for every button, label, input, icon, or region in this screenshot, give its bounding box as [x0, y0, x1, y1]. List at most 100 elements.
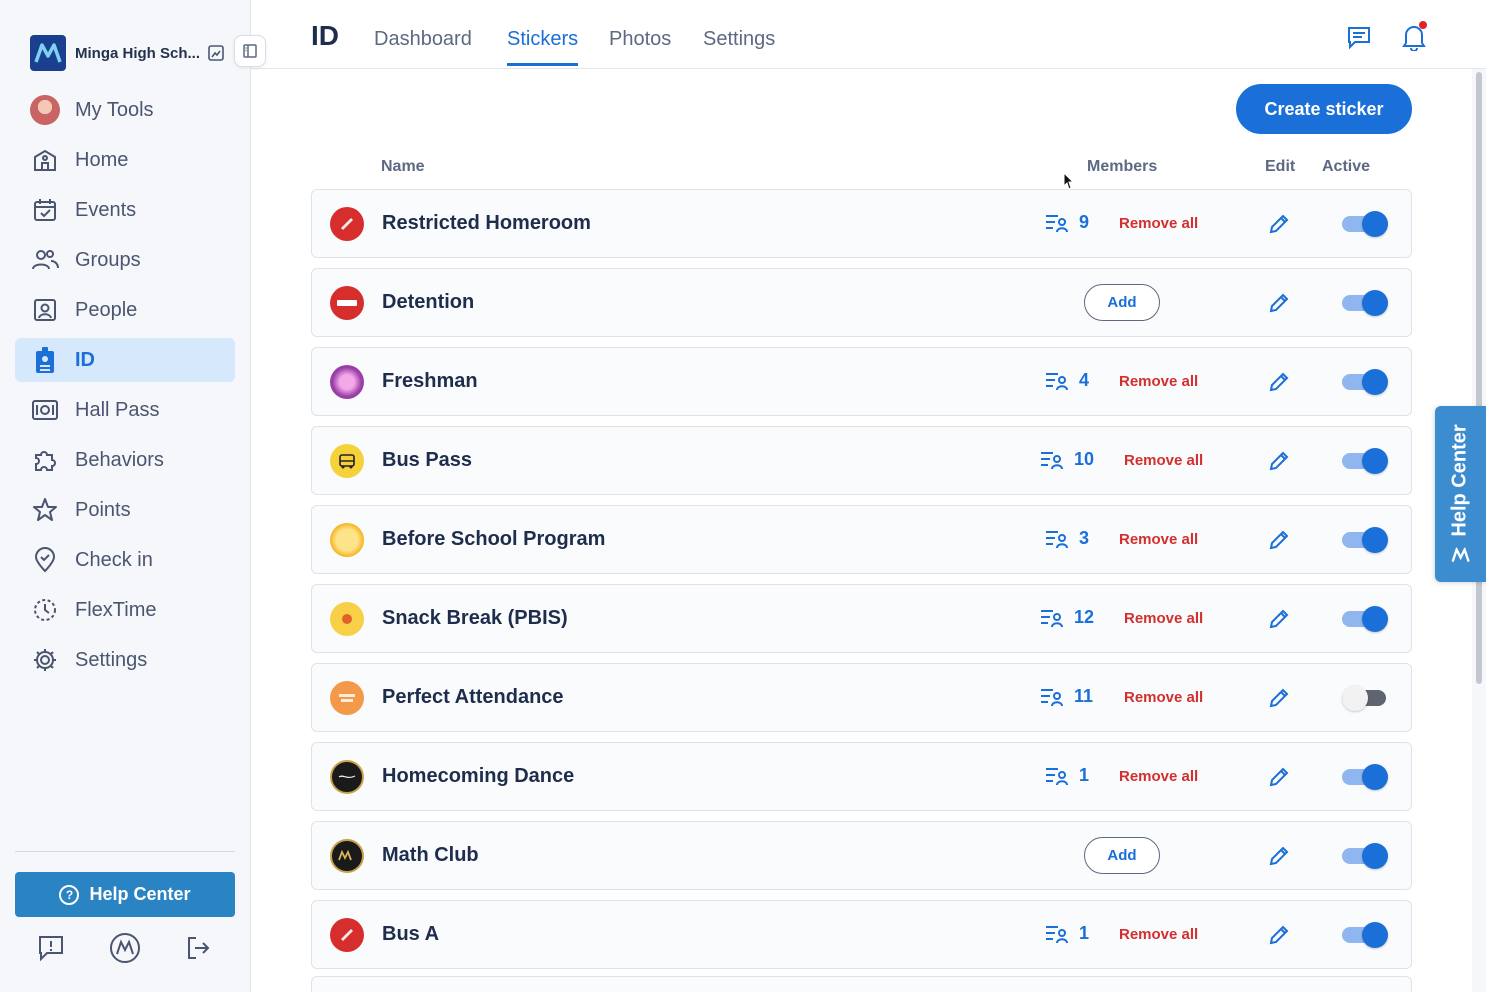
tab-photos[interactable]: Photos: [609, 28, 671, 63]
members-count[interactable]: 9: [1045, 212, 1089, 233]
edit-pencil-icon[interactable]: [1267, 765, 1291, 789]
edit-pencil-icon[interactable]: [1267, 449, 1291, 473]
table-row: Bus Pass 10 Remove all: [311, 426, 1412, 495]
active-toggle[interactable]: [1342, 289, 1388, 317]
logout-icon[interactable]: [182, 932, 214, 964]
scroll-thumb[interactable]: [1476, 72, 1482, 684]
remove-all-button[interactable]: Remove all: [1119, 531, 1198, 548]
hall-pass-icon: [30, 395, 60, 425]
sticker-icon: [330, 602, 364, 636]
add-members-button[interactable]: Add: [1084, 837, 1160, 874]
remove-all-button[interactable]: Remove all: [1124, 452, 1203, 469]
messages-icon[interactable]: [1344, 22, 1374, 52]
table-row: Restricted Homeroom 9 Remove all: [311, 189, 1412, 258]
mouse-cursor-icon: [1063, 172, 1075, 190]
sidebar-item-people[interactable]: People: [15, 288, 235, 332]
active-toggle[interactable]: [1342, 921, 1388, 949]
sticker-icon: [330, 286, 364, 320]
table-row: Homecoming Dance 1 Remove all: [311, 742, 1412, 811]
sidebar-item-check-in[interactable]: Check in: [15, 538, 235, 582]
sidebar-item-label: Hall Pass: [75, 398, 160, 421]
switch-school-icon[interactable]: [206, 43, 226, 63]
sticker-name: Detention: [382, 291, 475, 313]
sticker-name: Before School Program: [382, 528, 606, 550]
tab-dashboard[interactable]: Dashboard: [374, 28, 472, 63]
remove-all-button[interactable]: Remove all: [1119, 768, 1198, 785]
sticker-icon: [330, 365, 364, 399]
members-count[interactable]: 12: [1040, 607, 1094, 628]
minga-logo-icon: [30, 35, 66, 71]
members-count[interactable]: 4: [1045, 370, 1089, 391]
table-row: [311, 976, 1412, 992]
members-count[interactable]: 3: [1045, 528, 1089, 549]
feedback-icon[interactable]: [35, 932, 67, 964]
tab-settings[interactable]: Settings: [703, 28, 775, 63]
sticker-icon: [330, 681, 364, 715]
active-toggle[interactable]: [1342, 842, 1388, 870]
top-bar: ID Dashboard Stickers Photos Settings: [251, 0, 1486, 69]
remove-all-button[interactable]: Remove all: [1119, 926, 1198, 943]
member-list-icon: [1041, 688, 1063, 706]
remove-all-button[interactable]: Remove all: [1124, 610, 1203, 627]
active-toggle[interactable]: [1342, 526, 1388, 554]
remove-all-button[interactable]: Remove all: [1119, 373, 1198, 390]
sidebar-item-groups[interactable]: Groups: [15, 238, 235, 282]
edit-pencil-icon[interactable]: [1267, 607, 1291, 631]
active-toggle[interactable]: [1342, 684, 1388, 712]
avatar: [30, 95, 60, 125]
remove-all-button[interactable]: Remove all: [1124, 689, 1203, 706]
sidebar-item-home[interactable]: Home: [15, 138, 235, 182]
minga-logo-icon: [1451, 547, 1470, 562]
table-row: Before School Program 3 Remove all: [311, 505, 1412, 574]
users-icon: [30, 245, 60, 275]
members-count[interactable]: 11: [1040, 686, 1093, 707]
edit-pencil-icon[interactable]: [1267, 686, 1291, 710]
sidebar-item-label: Points: [75, 498, 131, 521]
create-sticker-button[interactable]: Create sticker: [1236, 84, 1412, 134]
sidebar-item-events[interactable]: Events: [15, 188, 235, 232]
members-count[interactable]: 10: [1040, 449, 1094, 470]
sticker-name: Restricted Homeroom: [382, 212, 591, 234]
flextime-icon: [30, 595, 60, 625]
table-row: Bus A 1 Remove all: [311, 900, 1412, 969]
school-switcher[interactable]: Minga High Sch...: [30, 35, 226, 71]
help-center-tab[interactable]: Help Center: [1435, 406, 1486, 582]
members-count[interactable]: 1: [1045, 765, 1089, 786]
add-members-button[interactable]: Add: [1084, 284, 1160, 321]
column-header-members: Members: [1087, 158, 1158, 175]
active-toggle[interactable]: [1342, 447, 1388, 475]
sidebar-item-behaviors[interactable]: Behaviors: [15, 438, 235, 482]
notifications-icon[interactable]: [1399, 21, 1429, 52]
help-center-button[interactable]: ? Help Center: [15, 872, 235, 917]
edit-pencil-icon[interactable]: [1267, 844, 1291, 868]
remove-all-button[interactable]: Remove all: [1119, 215, 1198, 232]
sidebar-item-label: Check in: [75, 548, 153, 571]
sticker-list: Restricted Homeroom 9 Remove all Detenti…: [311, 189, 1412, 979]
help-center-label: Help Center: [89, 884, 191, 904]
sticker-name: Bus Pass: [382, 449, 473, 471]
collapse-sidebar-button[interactable]: [234, 35, 266, 67]
edit-pencil-icon[interactable]: [1267, 212, 1291, 236]
puzzle-icon: [30, 445, 60, 475]
edit-pencil-icon[interactable]: [1267, 923, 1291, 947]
sidebar-item-hall-pass[interactable]: Hall Pass: [15, 388, 235, 432]
edit-pencil-icon[interactable]: [1267, 528, 1291, 552]
column-header-name: Name: [381, 158, 425, 175]
tab-stickers[interactable]: Stickers: [507, 28, 579, 66]
edit-pencil-icon[interactable]: [1267, 370, 1291, 394]
active-toggle[interactable]: [1342, 210, 1388, 238]
calendar-check-icon: [30, 195, 60, 225]
minga-home-icon[interactable]: [109, 932, 141, 964]
active-toggle[interactable]: [1342, 605, 1388, 633]
table-row: Freshman 4 Remove all: [311, 347, 1412, 416]
sidebar-item-id[interactable]: ID: [15, 338, 235, 382]
sidebar-item-settings[interactable]: Settings: [15, 638, 235, 682]
members-count[interactable]: 1: [1045, 923, 1089, 944]
sidebar-item-flextime[interactable]: FlexTime: [15, 588, 235, 632]
edit-pencil-icon[interactable]: [1267, 291, 1291, 315]
active-toggle[interactable]: [1342, 368, 1388, 396]
sidebar-item-my-tools[interactable]: My Tools: [15, 88, 235, 132]
sidebar-item-points[interactable]: Points: [15, 488, 235, 532]
active-toggle[interactable]: [1342, 763, 1388, 791]
sidebar-item-label: My Tools: [75, 98, 154, 121]
